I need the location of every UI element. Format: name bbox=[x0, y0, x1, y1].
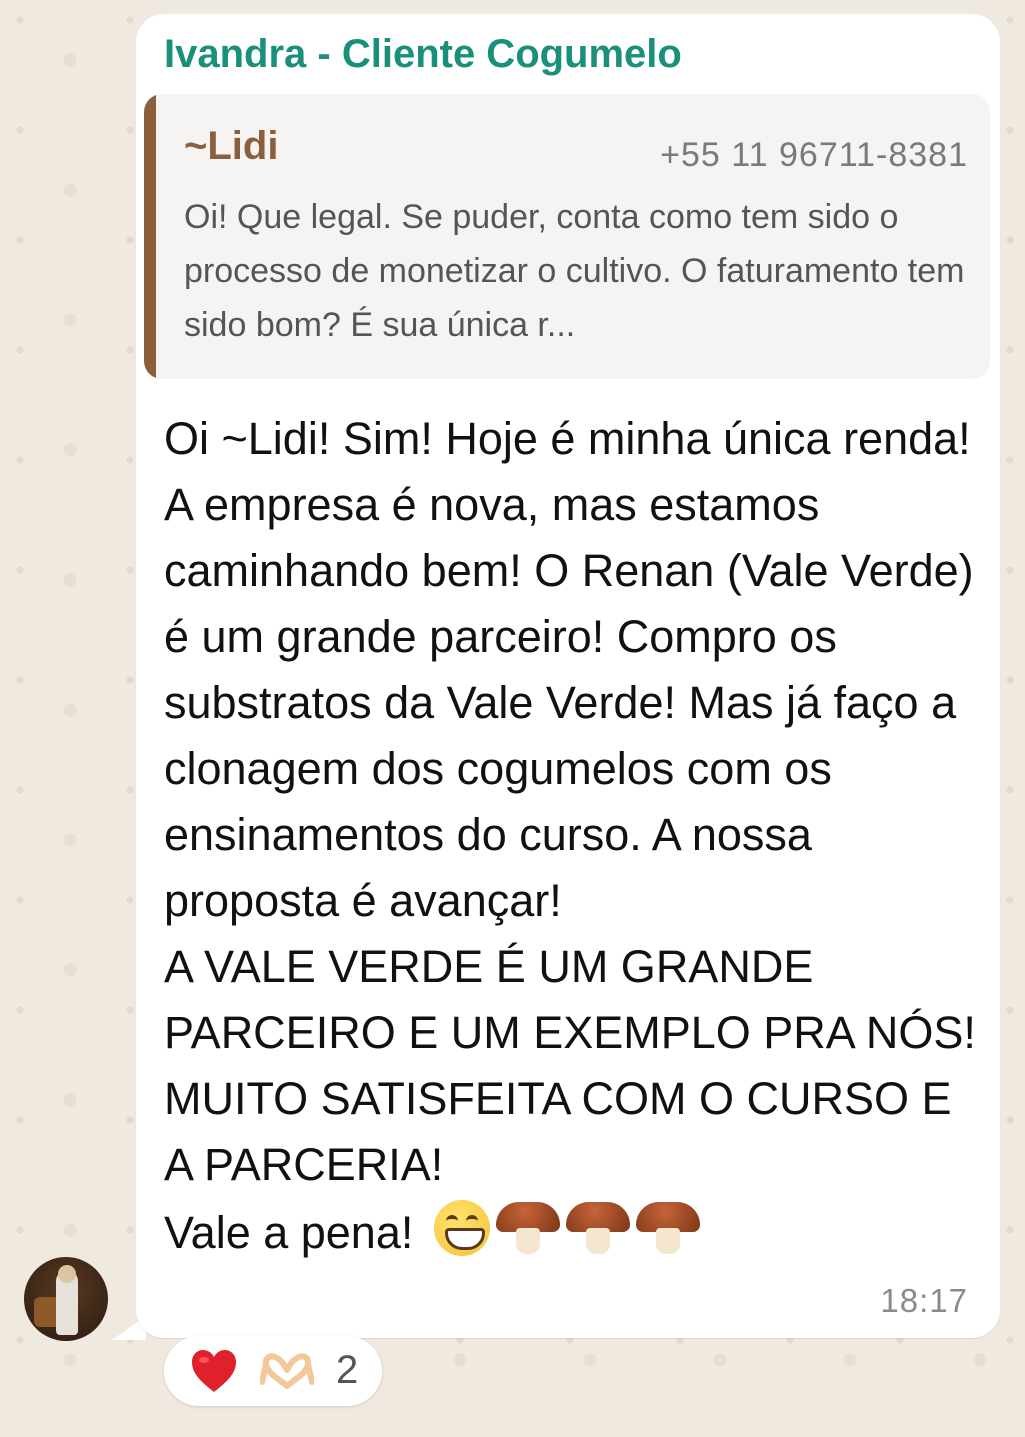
quoted-text: Oi! Que legal. Se puder, conta como tem … bbox=[184, 198, 965, 344]
sender-name[interactable]: Ivandra - Cliente Cogumelo bbox=[164, 32, 682, 77]
message-emojis bbox=[426, 1198, 700, 1266]
reaction-count: 2 bbox=[336, 1348, 359, 1392]
message-text: Oi ~Lidi! Sim! Hoje é minha única renda!… bbox=[164, 413, 976, 1258]
quoted-message[interactable]: ~Lidi +55 11 96711-8381 Oi! Que legal. S… bbox=[144, 94, 990, 379]
mushroom-icon bbox=[495, 1198, 560, 1256]
message-bubble[interactable]: Ivandra - Cliente Cogumelo ~Lidi +55 11 … bbox=[136, 14, 1000, 1338]
sender-avatar[interactable] bbox=[24, 1257, 108, 1341]
quoted-phone: +55 11 96711-8381 bbox=[660, 136, 968, 174]
reactions-pill[interactable]: 2 bbox=[164, 1336, 382, 1406]
mushroom-icon bbox=[565, 1198, 630, 1256]
quoted-author: ~Lidi bbox=[184, 124, 279, 168]
heart-hands-icon bbox=[260, 1353, 314, 1389]
quote-accent-bar bbox=[144, 94, 156, 379]
grinning-face-icon bbox=[433, 1200, 490, 1256]
mushroom-icon bbox=[635, 1198, 700, 1256]
red-heart-icon bbox=[192, 1350, 236, 1392]
message-body: Oi ~Lidi! Sim! Hoje é minha única renda!… bbox=[164, 406, 984, 1266]
message-time: 18:17 bbox=[880, 1282, 968, 1319]
